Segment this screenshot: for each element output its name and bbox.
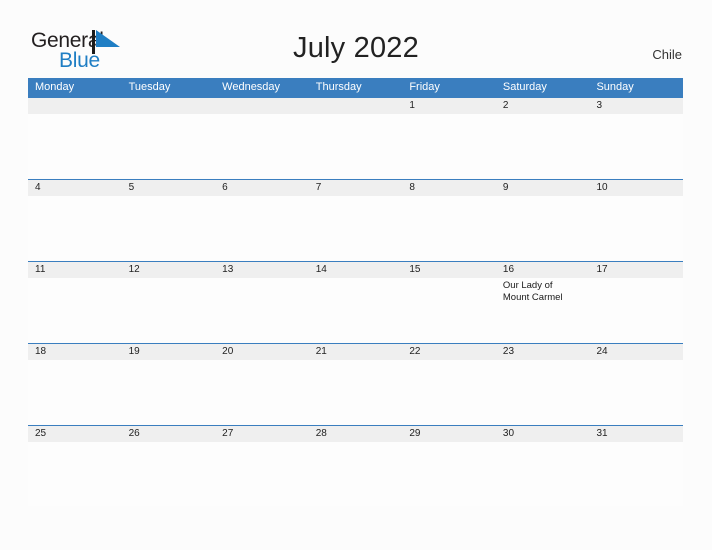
week-row: 25 26 27 28 29 30 31: [28, 425, 683, 507]
day-number[interactable]: [122, 98, 216, 114]
day-event[interactable]: [402, 114, 496, 178]
page-header: General Blue July 2022 Chile: [0, 0, 712, 78]
day-number[interactable]: 27: [215, 426, 309, 442]
day-event[interactable]: [215, 196, 309, 260]
day-number[interactable]: 21: [309, 344, 403, 360]
day-event[interactable]: [496, 114, 590, 178]
week-event-strip: [28, 442, 683, 506]
day-number[interactable]: 12: [122, 262, 216, 278]
week-date-strip: 25 26 27 28 29 30 31: [28, 426, 683, 442]
day-event[interactable]: [496, 442, 590, 506]
day-event[interactable]: [402, 360, 496, 424]
day-number[interactable]: [28, 98, 122, 114]
day-number[interactable]: 7: [309, 180, 403, 196]
day-number[interactable]: 29: [402, 426, 496, 442]
day-event[interactable]: [309, 278, 403, 342]
day-event[interactable]: [496, 196, 590, 260]
day-number[interactable]: 10: [589, 180, 683, 196]
day-number[interactable]: 13: [215, 262, 309, 278]
day-event[interactable]: [589, 442, 683, 506]
day-event[interactable]: [122, 114, 216, 178]
weekday-header-sunday: Sunday: [596, 81, 634, 93]
week-date-strip: 11 12 13 14 15 16 17: [28, 262, 683, 278]
country-label: Chile: [652, 47, 682, 62]
day-event[interactable]: [122, 278, 216, 342]
calendar-grid: Monday Tuesday Wednesday Thursday Friday…: [28, 78, 683, 507]
day-number[interactable]: 8: [402, 180, 496, 196]
day-event[interactable]: [122, 196, 216, 260]
week-row: 4 5 6 7 8 9 10: [28, 179, 683, 261]
day-number[interactable]: 28: [309, 426, 403, 442]
day-number[interactable]: 4: [28, 180, 122, 196]
weekday-header-tuesday: Tuesday: [128, 81, 171, 93]
day-event[interactable]: [215, 360, 309, 424]
weekday-header-wednesday: Wednesday: [222, 81, 281, 93]
day-number[interactable]: 20: [215, 344, 309, 360]
day-event[interactable]: [28, 278, 122, 342]
day-event[interactable]: [28, 114, 122, 178]
day-number[interactable]: 19: [122, 344, 216, 360]
day-event[interactable]: [589, 278, 683, 342]
day-number[interactable]: 25: [28, 426, 122, 442]
weekday-header-friday: Friday: [409, 81, 440, 93]
week-row: 1 2 3: [28, 97, 683, 179]
day-event[interactable]: [122, 442, 216, 506]
day-event[interactable]: [402, 196, 496, 260]
week-row: 11 12 13 14 15 16 17 Our Lady of Mount C…: [28, 261, 683, 343]
day-number[interactable]: 14: [309, 262, 403, 278]
day-number[interactable]: 24: [589, 344, 683, 360]
week-event-strip: Our Lady of Mount Carmel: [28, 278, 683, 342]
day-event[interactable]: [402, 442, 496, 506]
day-event[interactable]: [589, 196, 683, 260]
day-number[interactable]: 23: [496, 344, 590, 360]
day-number[interactable]: 11: [28, 262, 122, 278]
day-event[interactable]: [309, 114, 403, 178]
weekday-header-row: Monday Tuesday Wednesday Thursday Friday…: [28, 78, 683, 97]
weekday-header-saturday: Saturday: [502, 81, 547, 93]
day-number[interactable]: [309, 98, 403, 114]
day-number[interactable]: 2: [496, 98, 590, 114]
week-date-strip: 4 5 6 7 8 9 10: [28, 180, 683, 196]
day-event[interactable]: [496, 360, 590, 424]
day-event[interactable]: [215, 114, 309, 178]
day-number[interactable]: 6: [215, 180, 309, 196]
day-number[interactable]: 31: [589, 426, 683, 442]
day-number[interactable]: 17: [589, 262, 683, 278]
week-event-strip: [28, 360, 683, 424]
day-number[interactable]: 16: [496, 262, 590, 278]
day-number[interactable]: 22: [402, 344, 496, 360]
day-event[interactable]: [28, 442, 122, 506]
day-event[interactable]: [28, 360, 122, 424]
week-event-strip: [28, 114, 683, 178]
day-number[interactable]: [215, 98, 309, 114]
day-event[interactable]: [309, 442, 403, 506]
week-date-strip: 18 19 20 21 22 23 24: [28, 344, 683, 360]
day-event[interactable]: [309, 360, 403, 424]
day-number[interactable]: 26: [122, 426, 216, 442]
week-row: 18 19 20 21 22 23 24: [28, 343, 683, 425]
weekday-header-thursday: Thursday: [315, 81, 362, 93]
day-event[interactable]: [589, 360, 683, 424]
day-number[interactable]: 9: [496, 180, 590, 196]
day-number[interactable]: 30: [496, 426, 590, 442]
day-event[interactable]: [122, 360, 216, 424]
day-number[interactable]: 5: [122, 180, 216, 196]
day-number[interactable]: 18: [28, 344, 122, 360]
day-number[interactable]: 15: [402, 262, 496, 278]
week-event-strip: [28, 196, 683, 260]
day-event[interactable]: [215, 278, 309, 342]
day-number[interactable]: 3: [589, 98, 683, 114]
weekday-header-monday: Monday: [35, 81, 75, 93]
page-title: July 2022: [293, 32, 419, 64]
day-event[interactable]: [402, 278, 496, 342]
day-event[interactable]: [589, 114, 683, 178]
day-event-holiday[interactable]: Our Lady of Mount Carmel: [496, 278, 590, 342]
week-date-strip: 1 2 3: [28, 98, 683, 114]
day-event[interactable]: [215, 442, 309, 506]
day-number[interactable]: 1: [402, 98, 496, 114]
day-event[interactable]: [28, 196, 122, 260]
day-event[interactable]: [309, 196, 403, 260]
